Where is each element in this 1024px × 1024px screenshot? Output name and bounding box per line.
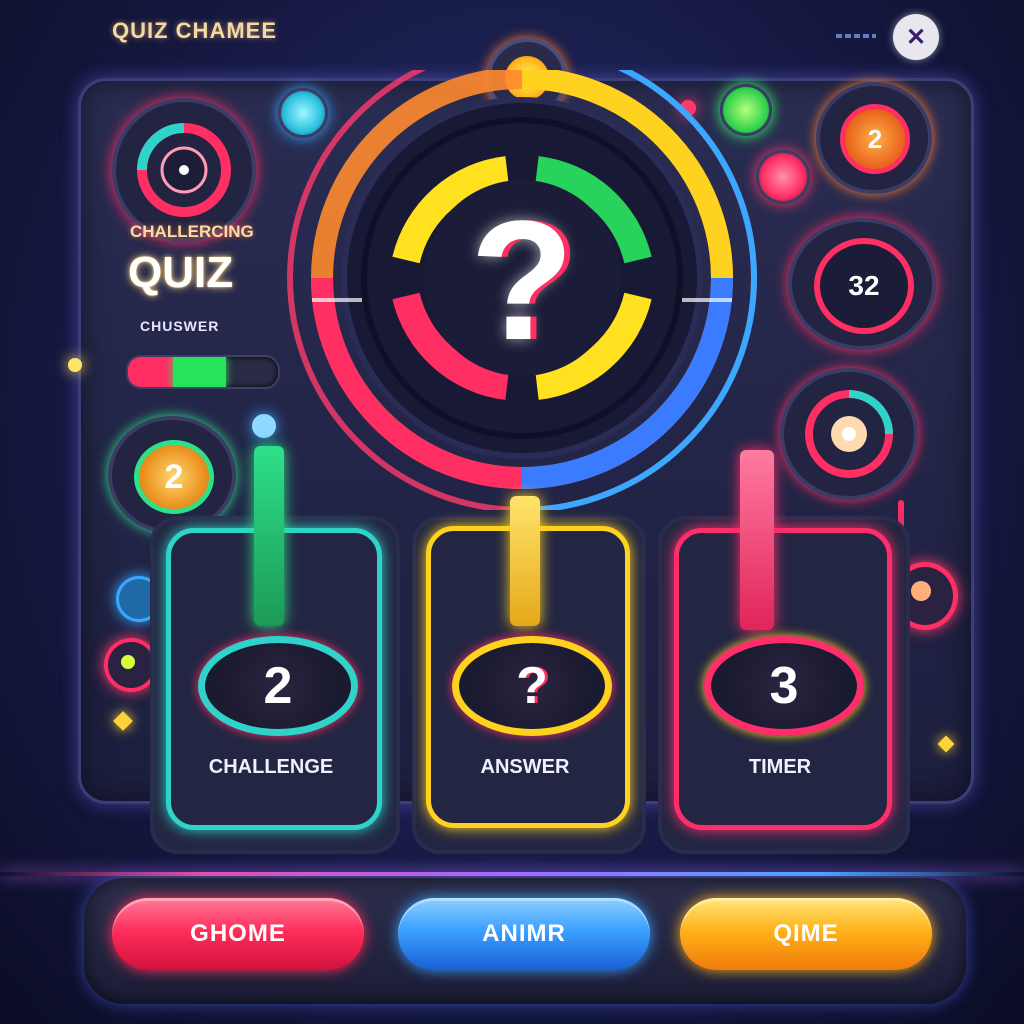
app-title: QUIZ CHAMЕE bbox=[112, 18, 277, 43]
progress-segment bbox=[173, 357, 226, 387]
card-timer[interactable]: 3 TIMER bbox=[658, 450, 910, 854]
card-answer[interactable]: ? ANSWER bbox=[412, 496, 646, 854]
floor-glow bbox=[0, 872, 1024, 876]
answer-button[interactable]: ANIMR bbox=[398, 898, 650, 970]
light-blue-small bbox=[252, 414, 276, 438]
target-dial[interactable] bbox=[112, 98, 256, 242]
card-answer-label: ANSWER bbox=[480, 756, 570, 778]
card-challenge-label: CHALLENGE bbox=[208, 756, 334, 778]
question-mark: ? bbox=[470, 186, 574, 376]
close-icon: ✕ bbox=[905, 23, 927, 51]
left-badge-value: 2 bbox=[164, 457, 184, 496]
time-button[interactable]: QIME bbox=[680, 898, 932, 970]
target-dial-right[interactable] bbox=[780, 368, 918, 500]
signal-dots bbox=[836, 34, 876, 38]
light-pink bbox=[756, 150, 810, 204]
progress-bar bbox=[126, 355, 280, 389]
right-badge-value: 2 bbox=[867, 123, 883, 154]
card-challenge-value: 2 bbox=[263, 657, 293, 715]
answer-caption: CHUSWER bbox=[140, 318, 220, 334]
card-timer-value: 3 bbox=[769, 657, 799, 715]
progress-segment bbox=[128, 357, 173, 387]
subtitle-text: CHALLERCING bbox=[130, 222, 254, 241]
home-button[interactable]: GHOME bbox=[112, 898, 364, 970]
quiz-heading: QUIZ bbox=[128, 248, 234, 297]
light-spark-left bbox=[68, 358, 82, 372]
close-button[interactable]: ✕ bbox=[893, 14, 939, 60]
card-timer-label: TIMER bbox=[748, 756, 812, 778]
timer-value: 32 bbox=[848, 270, 880, 301]
timer-dial[interactable]: 32 bbox=[788, 218, 936, 350]
card-answer-value: ? bbox=[516, 657, 548, 715]
card-challenge[interactable]: 2 CHALLENGE bbox=[150, 446, 400, 854]
right-badge[interactable]: 2 bbox=[816, 82, 932, 194]
